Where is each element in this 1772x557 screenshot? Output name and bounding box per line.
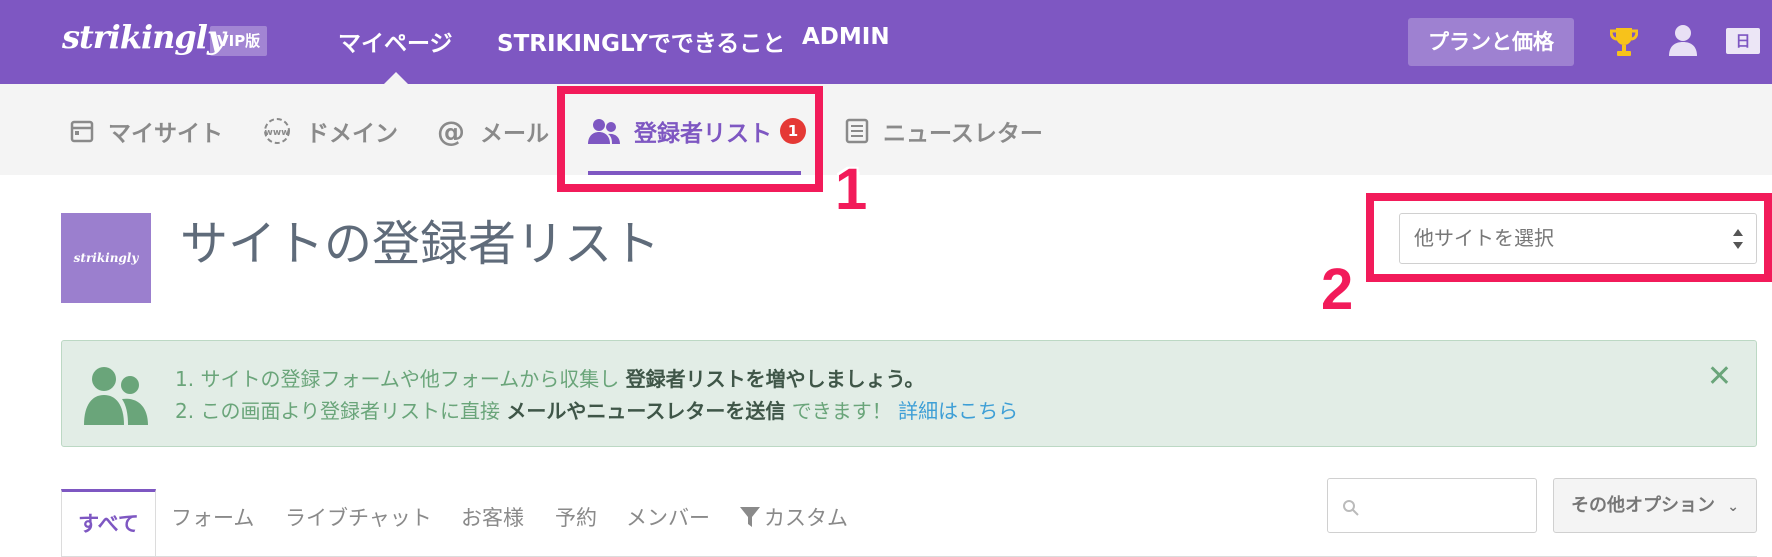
more-options-label: その他オプション	[1570, 495, 1715, 516]
details-link[interactable]: 詳細はこちら	[898, 399, 1018, 423]
tab-custom-label: カスタム	[764, 506, 848, 530]
alert-line-2-bold: メールやニュースレターを送信	[506, 399, 786, 423]
site-thumbnail: strikingly	[61, 213, 151, 303]
subnav-mail-label: メール	[480, 121, 549, 147]
chevron-down-icon: ⌄	[1727, 499, 1739, 515]
annotation-number-2: 2	[1321, 257, 1354, 322]
alert-line-1-text: 1. サイトの登録フォームや他フォームから収集し	[175, 367, 626, 391]
plans-pricing-button[interactable]: プランと価格	[1408, 18, 1574, 66]
search-icon	[1343, 500, 1359, 516]
tab-customers[interactable]: お客様	[461, 502, 524, 532]
tab-livechat[interactable]: ライブチャット	[285, 502, 432, 532]
language-button[interactable]: 日	[1726, 28, 1760, 54]
www-icon: www	[264, 118, 290, 144]
subnav-newsletter[interactable]: ニュースレター	[845, 112, 1043, 150]
subnav-newsletter-label: ニュースレター	[883, 121, 1043, 147]
subnav-mysite-label: マイサイト	[108, 121, 223, 147]
trophy-icon[interactable]	[1610, 26, 1638, 58]
nav-mypage[interactable]: マイページ	[338, 24, 453, 58]
more-options-button[interactable]: その他オプション ⌄	[1553, 478, 1757, 533]
newsletter-icon	[845, 118, 869, 144]
top-navbar: strikingly VIP版 マイページ STRIKINGLYでできること A…	[0, 0, 1772, 85]
alert-line-2-text: 2. この画面より登録者リストに直接	[175, 399, 507, 423]
alert-line-2: 2. この画面より登録者リストに直接 メールやニュースレターを送信 できます！ …	[175, 395, 1018, 424]
nav-admin[interactable]: ADMIN	[802, 24, 890, 50]
subnav-mail[interactable]: @ メール	[436, 112, 549, 150]
page-title: サイトの登録者リスト	[180, 216, 661, 272]
tab-members[interactable]: メンバー	[626, 502, 710, 532]
annotation-box-2	[1366, 193, 1772, 282]
tab-forms[interactable]: フォーム	[171, 502, 254, 532]
annotation-number-1: 1	[835, 157, 868, 222]
calendar-icon	[70, 120, 94, 143]
subscribers-icon	[84, 367, 148, 425]
at-icon: @	[437, 116, 465, 146]
user-icon[interactable]	[1668, 24, 1698, 56]
subnav-mysite[interactable]: マイサイト	[70, 112, 223, 150]
close-icon[interactable]: ✕	[1707, 359, 1732, 394]
annotation-box-1	[557, 86, 823, 192]
svg-text:www: www	[265, 128, 290, 138]
info-alert: 1. サイトの登録フォームや他フォームから収集し 登録者リストを増やしましょう。…	[61, 340, 1757, 447]
subnav-domain[interactable]: www ドメイン	[262, 112, 398, 150]
alert-line-2-suffix: できます！	[785, 399, 899, 423]
search-input[interactable]	[1327, 478, 1537, 533]
nav-features[interactable]: STRIKINGLYでできること	[497, 24, 785, 58]
filter-icon	[740, 507, 760, 527]
alert-line-1-bold: 登録者リストを増やしましょう。	[625, 367, 925, 391]
vip-badge: VIP版	[210, 26, 268, 56]
tab-custom[interactable]: カスタム	[740, 502, 848, 532]
tab-reservations[interactable]: 予約	[555, 502, 597, 532]
alert-line-1: 1. サイトの登録フォームや他フォームから収集し 登録者リストを増やしましょう。	[175, 363, 924, 392]
strikingly-logo[interactable]: strikingly	[62, 18, 226, 56]
svg-text:@: @	[437, 116, 465, 146]
subnav-domain-label: ドメイン	[306, 121, 398, 147]
tab-all[interactable]: すべて	[61, 489, 156, 557]
